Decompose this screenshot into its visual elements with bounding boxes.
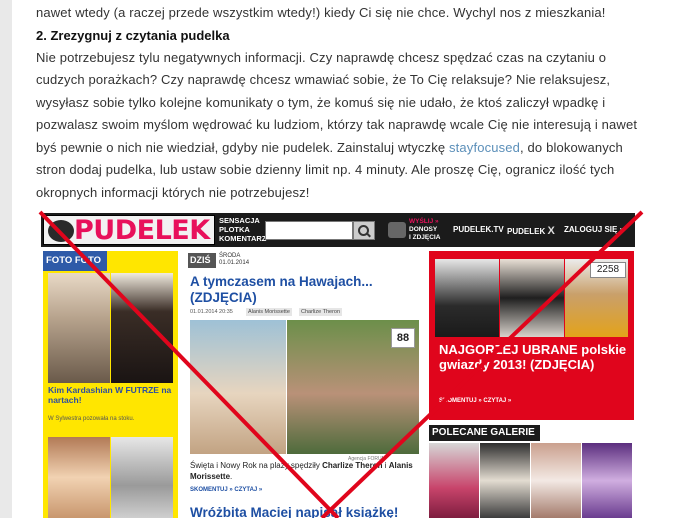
section-heading: 2. Zrezygnuj z czytania pudelka — [36, 27, 230, 43]
news-links: SKOMENTUJ » CZYTAJ » — [190, 487, 262, 493]
slogan-line: KOMENTARZ — [219, 234, 267, 243]
right-column: 2258 NAJGORZEJ UBRANE polskie gwiazdy 20… — [428, 251, 635, 518]
comment-count-badge: 2258 — [590, 262, 626, 278]
camera-icon — [388, 222, 406, 238]
main-news-column: DZIŚ ŚRODA 01.01.2014 A tymczasem na Haw… — [188, 251, 420, 518]
slogan-line: PLOTKA — [219, 225, 250, 234]
pudelek-logo: PUDELEK — [43, 215, 215, 246]
tag: Alanis Morissette — [246, 308, 292, 316]
worst-dressed-box: 2258 NAJGORZEJ UBRANE polskie gwiazdy 20… — [429, 251, 634, 420]
gallery-photo-3 — [531, 443, 581, 518]
kim-photo-1 — [48, 273, 110, 383]
foto-foto-column: FOTO FOTO Kim Kardashian W FUTRZE na nar… — [43, 251, 178, 518]
slogan-line: SENSACJA — [219, 216, 260, 225]
worst-dressed-title: NAJGORZEJ UBRANE polskie gwiazdy 2013! (… — [439, 342, 627, 372]
dzis-badge: DZIŚ — [188, 253, 216, 268]
worst-dressed-links: SKOMENTUJ » CZYTAJ » — [439, 398, 511, 404]
logo-text: PUDELEK — [74, 215, 210, 246]
celebrity-photo-2 — [500, 259, 564, 337]
send-line: WYŚLIJ » — [409, 218, 439, 225]
dog-logo-icon — [48, 220, 74, 242]
polecane-galerie-label: POLECANE GALERIE — [429, 425, 540, 441]
comment-link: SKOMENTUJ » — [439, 398, 482, 404]
foto-foto-caption: Kim Kardashian W FUTRZE na nartach! — [48, 385, 172, 405]
search-input — [265, 221, 353, 240]
foto-foto-label: FOTO FOTO — [43, 251, 107, 271]
slogan: SENSACJA PLOTKA KOMENTARZ — [219, 216, 267, 243]
tag: Charlize Theron — [299, 308, 343, 316]
date: 01.01.2014 — [219, 260, 250, 266]
thumb-photo-4 — [111, 437, 173, 518]
kim-photo-2 — [111, 273, 173, 383]
nav-pudelek-x: PUDELEK X — [507, 225, 555, 237]
nav-x-mark: X — [547, 225, 555, 237]
caption-name: Charlize Theron — [322, 461, 383, 470]
thumb-photo-3 — [48, 437, 110, 518]
send-tips-label: WYŚLIJ » DONOSY I ZDJĘCIA — [409, 218, 451, 242]
news-title-2: Wróżbita Maciej napisał książkę! — [190, 505, 399, 518]
gallery-photo-2 — [480, 443, 530, 518]
nav-x-label: PUDELEK — [507, 227, 546, 236]
foto-foto-subcaption: W Sylwestra pozowała na stoku. — [48, 416, 135, 422]
section-paragraph: Nie potrzebujesz tylu negatywnych inform… — [36, 47, 646, 205]
stayfocused-link[interactable]: stayfocused — [449, 140, 520, 155]
comment-link: SKOMENTUJ » — [190, 487, 233, 493]
pudelek-screenshot-image: PUDELEK SENSACJA PLOTKA KOMENTARZ WYŚLIJ… — [41, 213, 635, 518]
article-body: nawet wtedy (a raczej przede wszystkim w… — [36, 2, 646, 204]
nav-login: ZALOGUJ SIĘ » — [564, 225, 625, 234]
send-line: I ZDJĘCIA — [409, 234, 441, 241]
news-caption: Święta i Nowy Rok na plaży spędziły Char… — [190, 461, 418, 482]
read-link: CZYTAJ » — [483, 398, 512, 404]
nav-pudelek-tv: PUDELEK.TV — [453, 225, 504, 234]
news-title: A tymczasem na Hawajach... (ZDJĘCIA) — [190, 274, 373, 305]
news-timestamp: 01.01.2014 20:35 — [190, 309, 233, 315]
weekday: ŚRODA — [219, 253, 241, 259]
pudelek-header: PUDELEK SENSACJA PLOTKA KOMENTARZ WYŚLIJ… — [41, 213, 635, 247]
beach-photo-1 — [190, 320, 286, 454]
caption-text: Święta i Nowy Rok na plaży spędziły — [190, 461, 323, 470]
gallery-photo-1 — [429, 443, 479, 518]
celebrity-photo-1 — [435, 259, 499, 337]
photo-count-badge: 88 — [391, 328, 415, 348]
left-scroll-gutter — [0, 0, 12, 518]
caption-text: . — [230, 471, 233, 481]
send-line: DONOSY — [409, 226, 438, 233]
read-link: CZYTAJ » — [234, 487, 263, 493]
gallery-photo-4 — [582, 443, 632, 518]
intro-line: nawet wtedy (a raczej przede wszystkim w… — [36, 5, 606, 20]
search-icon — [353, 221, 375, 240]
